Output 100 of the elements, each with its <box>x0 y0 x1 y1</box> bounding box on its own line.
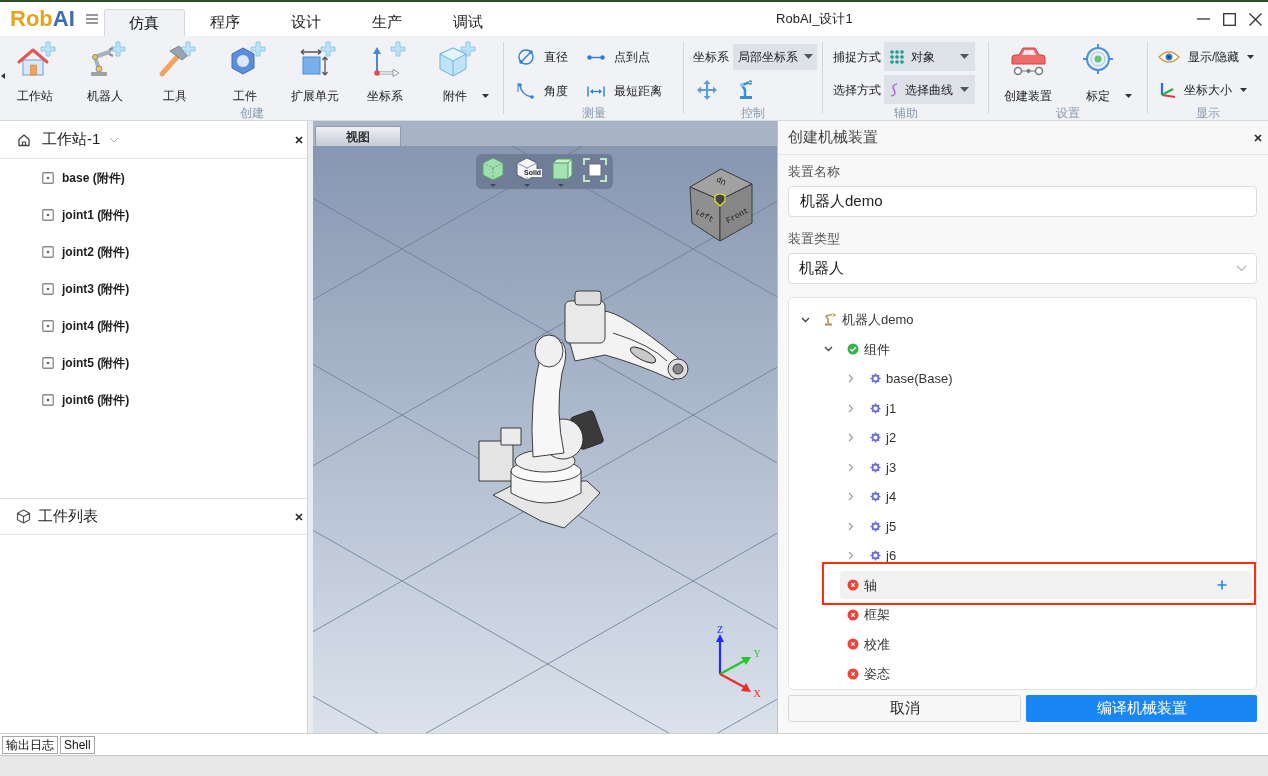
caret-down-icon <box>960 54 969 59</box>
add-icon[interactable] <box>1217 580 1227 591</box>
gear-icon <box>870 432 881 444</box>
option-dropdown[interactable]: 对象 <box>884 42 975 71</box>
ribbon-button[interactable]: 显示/隐藏 <box>1158 40 1255 73</box>
ribbon-button[interactable]: 标定 <box>1063 36 1133 106</box>
window-title: RobAI_设计1 <box>776 10 853 29</box>
menu-icon[interactable] <box>85 14 98 24</box>
caret-down-icon <box>960 87 969 92</box>
gear-icon <box>870 402 881 414</box>
tree-item[interactable]: 姿态 <box>864 667 890 681</box>
bottom-tab[interactable]: 输出日志 <box>2 735 58 754</box>
tree-item[interactable]: j6 <box>886 549 897 563</box>
eye-icon <box>1158 48 1180 65</box>
tree-item[interactable]: j5 <box>886 519 897 533</box>
option-dropdown[interactable]: 选择曲线 <box>884 75 975 104</box>
close-icon[interactable] <box>1254 133 1262 142</box>
ribbon-button[interactable]: 机器人 <box>70 36 140 106</box>
view-tab[interactable]: 视图 <box>315 126 401 146</box>
close-icon[interactable] <box>295 512 303 521</box>
ribbon-button[interactable]: 工具 <box>140 36 210 106</box>
tree-item[interactable]: 组件 <box>864 342 890 356</box>
tree-item[interactable]: j1 <box>886 401 897 415</box>
tree-item[interactable]: 框架 <box>864 608 890 622</box>
view-cube[interactable] <box>689 168 753 242</box>
ribbon-button[interactable]: 角度 <box>517 74 587 108</box>
close-icon <box>1248 12 1262 26</box>
tree-item[interactable]: base(Base) <box>886 372 953 386</box>
chevron-down-icon[interactable] <box>800 316 810 323</box>
tree-item[interactable]: j4 <box>886 490 897 504</box>
field-label: 捕捉方式 <box>833 48 881 66</box>
ribbon-button[interactable]: 点到点 <box>587 40 662 74</box>
ribbon-group-label: 控制 <box>741 106 765 120</box>
maximize-icon <box>1222 12 1236 26</box>
ribbon-button[interactable]: 工作站 <box>0 36 70 106</box>
move-arrows-icon[interactable] <box>697 79 717 100</box>
compile-button[interactable]: 编译机械装置 <box>1026 695 1257 722</box>
menu-tab[interactable]: 仿真 <box>103 9 185 36</box>
cancel-button[interactable]: 取消 <box>788 695 1021 722</box>
dot-grid-icon <box>889 48 905 65</box>
chevron-down-icon[interactable] <box>823 346 833 353</box>
ribbon-button[interactable]: 创建装置 <box>993 36 1063 106</box>
minimize-icon <box>1196 18 1210 20</box>
workstation-item[interactable]: joint3 (附件) <box>62 279 130 298</box>
chevron-right-icon[interactable] <box>848 521 854 531</box>
ribbon-button[interactable]: 工件 <box>210 36 280 106</box>
home-icon <box>17 132 31 147</box>
chevron-right-icon[interactable] <box>848 462 854 472</box>
chevron-right-icon[interactable] <box>848 551 854 561</box>
chevron-down-icon <box>1236 265 1247 272</box>
gear-icon <box>870 550 881 562</box>
cube-outline-icon <box>16 509 31 524</box>
chevron-right-icon[interactable] <box>848 433 854 443</box>
ribbon-button[interactable]: 扩展单元 <box>280 36 350 106</box>
menu-tab[interactable]: 设计 <box>265 9 347 36</box>
ribbon-button[interactable]: 最短距离 <box>587 74 662 108</box>
field-label: 装置类型 <box>788 230 840 249</box>
gear-icon <box>870 373 881 385</box>
ribbon-button[interactable]: 附件 <box>420 36 490 106</box>
ribbon-button[interactable]: 坐标系 <box>350 36 420 106</box>
cube-face-label: Left <box>694 206 716 224</box>
workstation-item[interactable]: joint5 (附件) <box>62 353 130 372</box>
cube-face-label: Up <box>714 175 727 188</box>
robot-arm-icon[interactable] <box>737 79 755 100</box>
type-dropdown[interactable]: 机器人 <box>788 253 1257 284</box>
tree-item[interactable]: 校准 <box>864 637 890 651</box>
ribbon-button[interactable]: 坐标大小 <box>1158 73 1255 106</box>
tree-item[interactable]: j3 <box>886 460 897 474</box>
axis-label: Z <box>716 624 724 635</box>
workstation-item[interactable]: base (附件) <box>62 168 125 187</box>
gear-icon <box>870 491 881 503</box>
name-field[interactable]: 机器人demo <box>788 186 1257 217</box>
ribbon-group-label: 显示 <box>1196 106 1220 120</box>
coordinate-dropdown[interactable]: 局部坐标系 <box>733 43 817 70</box>
menu-tab[interactable]: 调试 <box>427 9 509 36</box>
bottom-tab[interactable]: Shell <box>60 735 95 754</box>
ribbon-group-label: 辅助 <box>893 106 918 120</box>
menu-tab[interactable]: 程序 <box>184 9 266 36</box>
menu-tab[interactable]: 生产 <box>346 9 428 36</box>
angle-icon <box>517 82 535 100</box>
close-icon[interactable] <box>295 135 303 144</box>
ribbon-group-label: 测量 <box>581 106 606 120</box>
chevron-right-icon[interactable] <box>848 374 854 384</box>
diameter-icon <box>517 48 535 66</box>
scroll-left-icon[interactable] <box>1 73 5 79</box>
robot-arm-icon <box>824 313 837 327</box>
ribbon-button[interactable]: 直径 <box>517 40 587 74</box>
panel-title: 工作站-1 <box>42 129 101 150</box>
ribbon-group-label: 设置 <box>1056 106 1080 120</box>
tree-item[interactable]: j2 <box>886 431 897 445</box>
workstation-item[interactable]: joint1 (附件) <box>62 205 130 224</box>
workstation-item[interactable]: joint4 (附件) <box>62 316 130 335</box>
field-label: 装置名称 <box>788 163 840 182</box>
chevron-right-icon[interactable] <box>848 492 854 502</box>
wireframe-cube-icon <box>480 155 506 188</box>
tree-item[interactable]: 轴 <box>864 578 877 592</box>
workstation-item[interactable]: joint6 (附件) <box>62 390 130 409</box>
tree-item[interactable]: 机器人demo <box>842 313 914 327</box>
workstation-item[interactable]: joint2 (附件) <box>62 242 130 261</box>
chevron-right-icon[interactable] <box>848 403 854 413</box>
